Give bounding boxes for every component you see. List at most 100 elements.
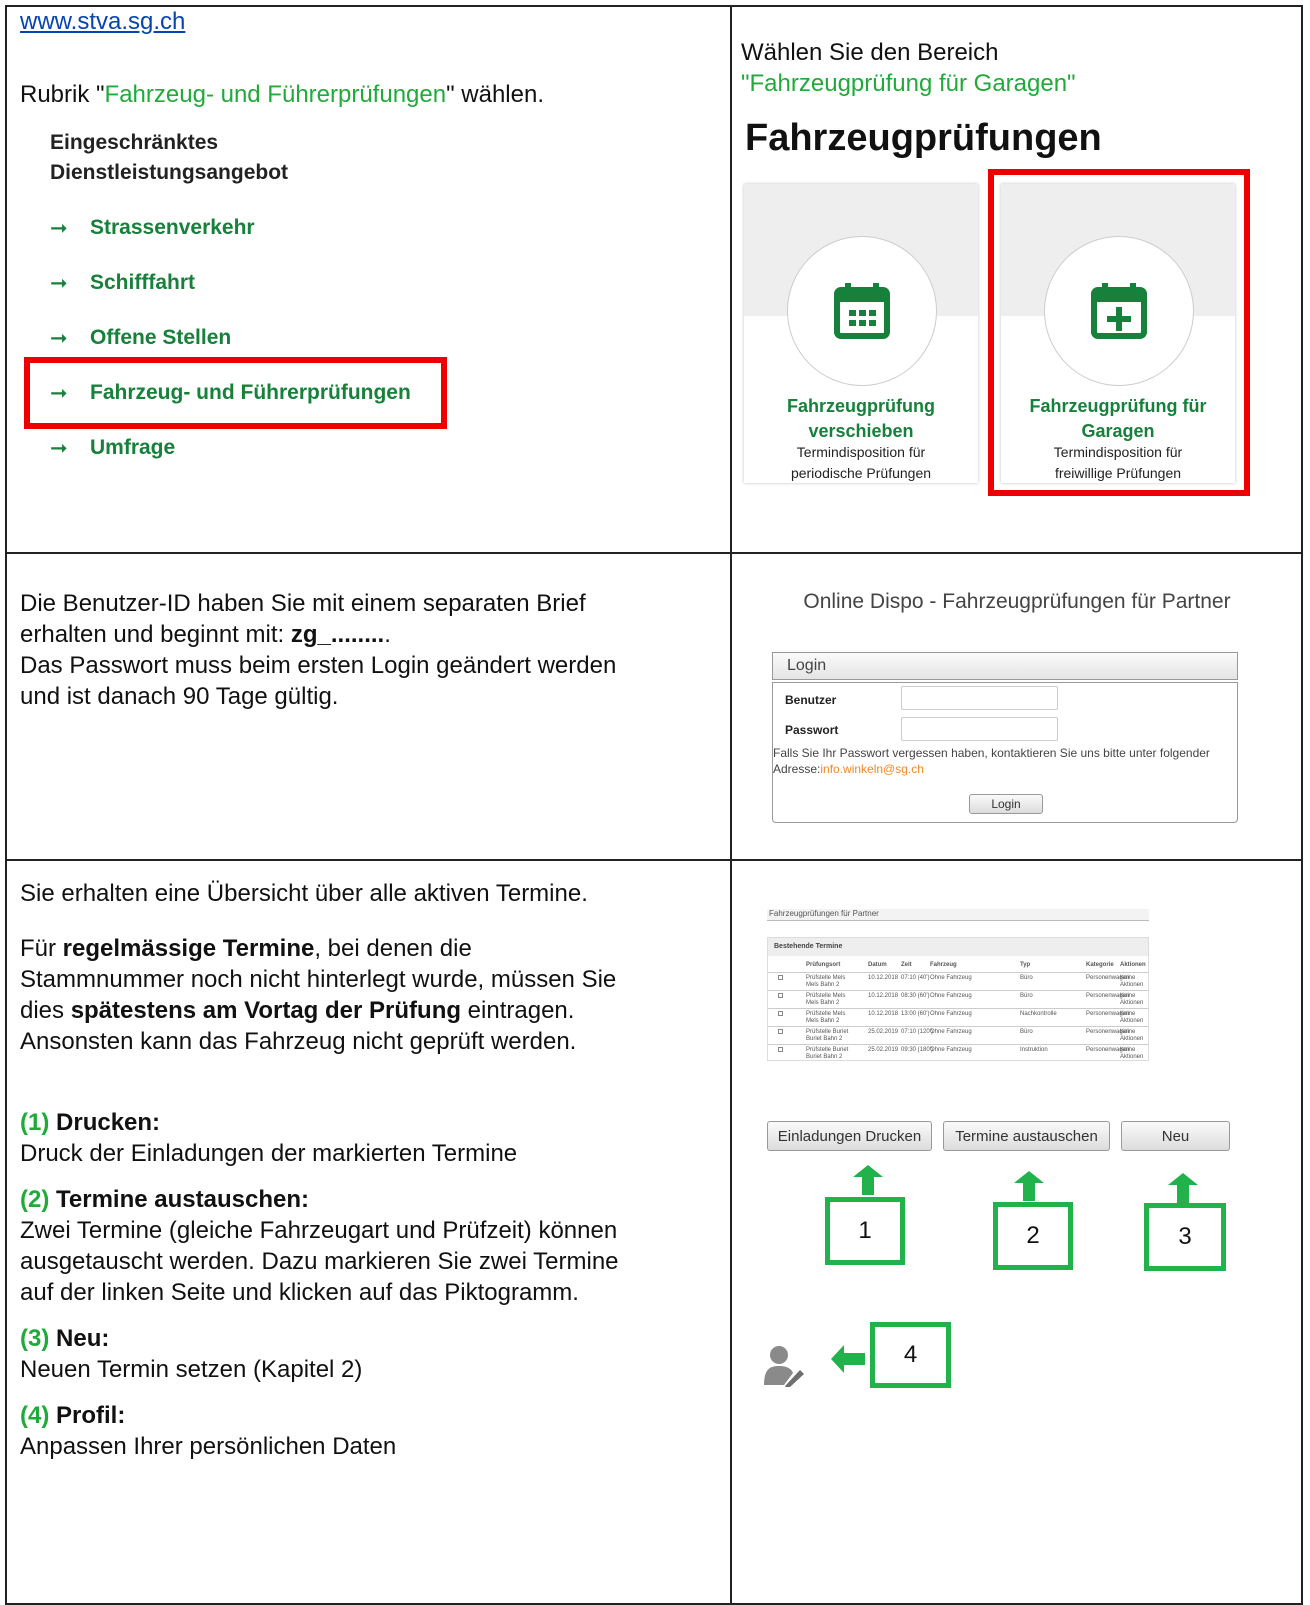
- password-label: Passwort: [785, 723, 839, 737]
- new-appointment-button[interactable]: Neu: [1121, 1121, 1230, 1151]
- mini-cell: Ohne Fahrzeug: [930, 975, 972, 981]
- print-invitations-button[interactable]: Einladungen Drucken: [767, 1121, 932, 1151]
- mini-header-cell: Kategorie: [1086, 962, 1114, 968]
- mini-cell: Keine: [1120, 1029, 1136, 1035]
- arrow-right-icon: ➞: [50, 436, 68, 460]
- forgot-note-2-pre: Adresse:: [773, 762, 821, 776]
- card1-sub-1: Termindisposition für: [796, 444, 926, 460]
- mini-cell: 09:30 (180'): [901, 1047, 933, 1053]
- mini-table-row[interactable]: Prüfstelle Mels Mels Bahn 2 10.12.2018 07:1…: [768, 972, 1148, 990]
- mini-cell: Keine: [1120, 975, 1136, 981]
- mini-cell: Büro: [1020, 975, 1033, 981]
- menu-title-1: Eingeschränktes: [50, 131, 219, 154]
- cell-overview-instructions: Sie erhalten eine Übersicht über alle ak…: [20, 878, 720, 1462]
- userid-prefix: zg_........: [290, 621, 385, 648]
- forgot-note: Falls Sie Ihr Passwort vergessen haben, …: [773, 745, 1239, 777]
- mini-header-cell: Fahrzeug: [930, 962, 957, 968]
- mini-cell: Prüfstelle Mels: [806, 993, 846, 999]
- mini-cell: Aktionen: [1120, 1036, 1144, 1042]
- mini-cell: Aktionen: [1120, 982, 1144, 988]
- para-bold-2: spätestens am Vortag der Prüfung: [70, 997, 462, 1024]
- callout-1: 1: [825, 1197, 905, 1265]
- instr-green: Fahrzeug- und Führerprüfungen: [104, 81, 447, 108]
- login-button[interactable]: Login: [969, 794, 1043, 814]
- arrow-right-icon: ➞: [50, 326, 68, 350]
- menu-item-label: Schifffahrt: [90, 271, 195, 294]
- item-exchange: (2) Termine austauschen: Zwei Termine (g…: [20, 1184, 720, 1308]
- menu-item-strassenverkehr[interactable]: ➞ Strassenverkehr: [50, 213, 411, 243]
- para-bold-1: regelmässige Termine: [62, 935, 315, 962]
- profile-edit-icon[interactable]: [764, 1343, 804, 1387]
- mini-row-checkbox[interactable]: [778, 1029, 783, 1034]
- password-input[interactable]: [901, 717, 1058, 741]
- mini-table-row[interactable]: Prüfstelle Mels Mels Bahn 2 10.12.2018 08:3…: [768, 990, 1148, 1008]
- mini-cell: Büro: [1020, 1029, 1033, 1035]
- mini-row-checkbox[interactable]: [778, 975, 783, 980]
- mini-header-cell: Datum: [868, 962, 887, 968]
- mini-appointments-table: Bestehende Termine Prüfungsort Datum Zeit F…: [767, 937, 1149, 1061]
- mini-cell: Ohne Fahrzeug: [930, 1029, 972, 1035]
- mini-cell: Keine: [1120, 1011, 1136, 1017]
- item-print: (1) Drucken: Druck der Einladungen der m…: [20, 1107, 720, 1169]
- arrow-left-icon: [831, 1345, 865, 1373]
- menu-item-label: Umfrage: [90, 436, 176, 459]
- item-num: (2): [20, 1186, 50, 1213]
- arrow-right-icon: ➞: [50, 271, 68, 295]
- para-mid: , bei denen die: [314, 935, 472, 962]
- login-instr-3: Das Passwort muss beim ersten Login geän…: [20, 652, 617, 679]
- highlight-box-menu: [24, 357, 447, 429]
- mini-cell: Ohne Fahrzeug: [930, 1047, 972, 1053]
- mini-header-cell: Aktionen: [1120, 962, 1146, 968]
- calendar-icon-wrap: [787, 236, 937, 386]
- item-desc-2: ausgetauscht werden. Dazu markieren Sie …: [20, 1248, 619, 1275]
- login-instr-2: erhalten und beginnt mit: zg_.........: [20, 619, 720, 650]
- mini-cell: 10.12.2018: [868, 993, 899, 999]
- mini-table-row[interactable]: Prüfstelle Buriet Buriet Bahn 2 25.02.2019…: [768, 1026, 1148, 1044]
- item-num: (1): [20, 1109, 50, 1136]
- menu-item-schifffahrt[interactable]: ➞ Schifffahrt: [50, 268, 411, 298]
- item-num: (4): [20, 1402, 50, 1429]
- mini-cell: 13:00 (60'): [901, 1011, 930, 1017]
- mini-row-checkbox[interactable]: [778, 993, 783, 998]
- mini-table-row[interactable]: Prüfstelle Mels Mels Bahn 2 10.12.2018 13:0…: [768, 1008, 1148, 1026]
- cell-website-instructions: www.stva.sg.ch Rubrik "Fahrzeug- und Füh…: [20, 8, 720, 460]
- mini-row-checkbox[interactable]: [778, 1011, 783, 1016]
- instr-pre: Rubrik ": [20, 81, 105, 108]
- mini-cell: Mels Bahn 2: [806, 982, 840, 988]
- exchange-appointments-button[interactable]: Termine austauschen: [943, 1121, 1110, 1151]
- mini-row-checkbox[interactable]: [778, 1047, 783, 1052]
- arrow-up-icon: [853, 1165, 883, 1195]
- mini-cell: Mels Bahn 2: [806, 1000, 840, 1006]
- callout-2: 2: [993, 1202, 1073, 1270]
- para-line-4: Ansonsten kann das Fahrzeug nicht geprüf…: [20, 1028, 577, 1055]
- menu-item-umfrage[interactable]: ➞ Umfrage: [50, 433, 411, 463]
- mini-cell: Mels Bahn 2: [806, 1018, 840, 1024]
- username-input[interactable]: [901, 686, 1058, 710]
- item-title: Profil:: [56, 1402, 126, 1429]
- card1-sub-2: periodische Prüfungen: [790, 465, 932, 481]
- mini-cell: Prüfstelle Mels: [806, 1011, 846, 1017]
- item-desc: Anpassen Ihrer persönlichen Daten: [20, 1433, 397, 1460]
- mini-cell: Aktionen: [1120, 1000, 1144, 1006]
- website-link[interactable]: www.stva.sg.ch: [20, 8, 185, 35]
- menu-item-offene-stellen[interactable]: ➞ Offene Stellen: [50, 323, 411, 353]
- mini-cell: Nachkontrolle: [1020, 1011, 1057, 1017]
- mini-cell: Buriet Bahn 2: [806, 1036, 843, 1042]
- support-email-link[interactable]: info.winkeln@sg.ch: [820, 762, 924, 776]
- item-desc: Neuen Termin setzen (Kapitel 2): [20, 1356, 363, 1383]
- menu-title-2: Dienstleistungsangebot: [50, 161, 289, 184]
- para-pre: Für: [20, 935, 63, 962]
- column-divider: [730, 5, 732, 1605]
- item-new: (3) Neu: Neuen Termin setzen (Kapitel 2): [20, 1323, 720, 1385]
- card-reschedule[interactable]: Fahrzeugprüfung verschieben Termindisposi…: [744, 184, 978, 483]
- mini-cell: Instruktion: [1020, 1047, 1048, 1053]
- overview-paragraph: Für regelmässige Termine, bei denen die …: [20, 933, 720, 1057]
- mini-table-row[interactable]: Prüfstelle Buriet Buriet Bahn 2 25.02.2019…: [768, 1044, 1148, 1062]
- arrow-up-icon: [1168, 1173, 1198, 1203]
- mini-table-body: Prüfungsort Datum Zeit Fahrzeug Typ Kategorie…: [768, 960, 1148, 1060]
- login-instr-2-pre: erhalten und beginnt mit:: [20, 621, 291, 648]
- overview-intro: Sie erhalten eine Übersicht über alle ak…: [20, 880, 588, 907]
- card1-title-1: Fahrzeugprüfung: [787, 396, 935, 416]
- mini-cell: Prüfstelle Mels: [806, 975, 846, 981]
- mini-cell: 25.02.2019: [868, 1029, 899, 1035]
